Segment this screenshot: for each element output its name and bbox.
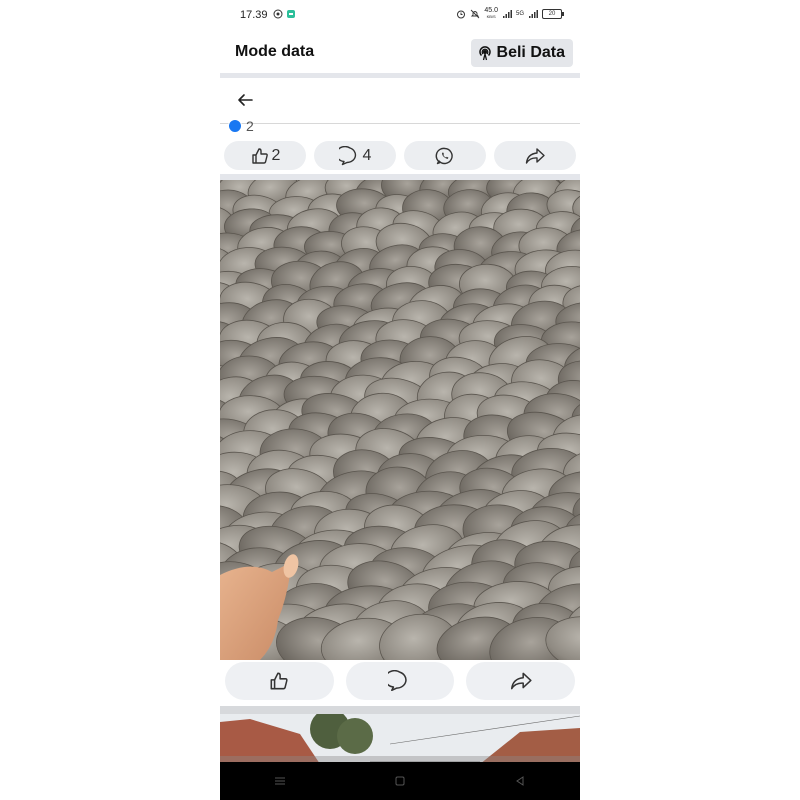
comment-bubble-outline-icon [388, 670, 407, 692]
reaction-summary[interactable]: 2 [228, 118, 254, 134]
alarm-icon [457, 10, 466, 19]
battery-indicator: 20 [542, 9, 564, 19]
status-notification-icons [273, 9, 296, 19]
post-action-row [225, 662, 576, 700]
like-count: 2 [271, 146, 281, 164]
crackers-photo-image [220, 180, 580, 660]
system-nav-bar [220, 762, 580, 800]
whatsapp-notification-icon [273, 9, 283, 19]
like-pill[interactable]: 2 [224, 141, 306, 170]
comment-button[interactable] [345, 662, 455, 700]
buy-data-label: Beli Data [496, 44, 565, 61]
nav-home-icon[interactable] [392, 773, 408, 789]
comment-bubble-icon [338, 145, 356, 165]
whatsapp-icon [435, 147, 453, 164]
broadcast-icon [478, 46, 491, 61]
share-pill[interactable] [494, 141, 576, 170]
buy-data-button[interactable]: Beli Data [470, 39, 573, 67]
page-title: Mode data [235, 43, 315, 60]
app-header: Mode data Beli Data [220, 34, 580, 72]
back-bar [220, 78, 580, 124]
comment-pill[interactable]: 4 [314, 141, 396, 170]
message-notification-icon [287, 10, 295, 18]
share-button[interactable] [466, 662, 576, 700]
network-type: 5G [515, 11, 524, 17]
status-system-icons: 45.0 KB/S 5G 20 [456, 7, 564, 20]
next-post-photo[interactable] [220, 714, 580, 764]
comment-count: 4 [362, 146, 372, 164]
whatsapp-share-pill[interactable] [404, 141, 486, 170]
thumbs-up-icon [251, 147, 268, 164]
mute-icon [471, 9, 480, 19]
signal-icon-2 [529, 10, 538, 18]
share-arrow-icon [525, 147, 545, 164]
status-bar: 17.39 45.0 KB/S 5G 20 [220, 0, 580, 32]
network-speed-unit: KB/S [486, 14, 496, 19]
signal-icon [502, 10, 512, 18]
status-time: 17.39 [240, 9, 268, 21]
nav-menu-icon[interactable] [272, 773, 288, 789]
post-stats-row: 2 4 [224, 141, 576, 170]
back-arrow-icon[interactable] [236, 90, 254, 110]
like-reaction-icon [228, 119, 242, 133]
rooftops-photo-image [220, 714, 580, 764]
thumbs-up-outline-icon [270, 672, 288, 690]
post-separator [220, 706, 580, 714]
reaction-count-text: 2 [246, 118, 254, 134]
like-button[interactable] [225, 662, 334, 700]
post-photo[interactable] [220, 180, 580, 660]
share-outline-icon [510, 672, 532, 690]
nav-back-icon[interactable] [512, 773, 528, 789]
network-speed: 45.0 KB/S [484, 7, 498, 20]
phone-screen: 17.39 45.0 KB/S 5G 20 Mode data Beli Dat… [220, 0, 580, 800]
